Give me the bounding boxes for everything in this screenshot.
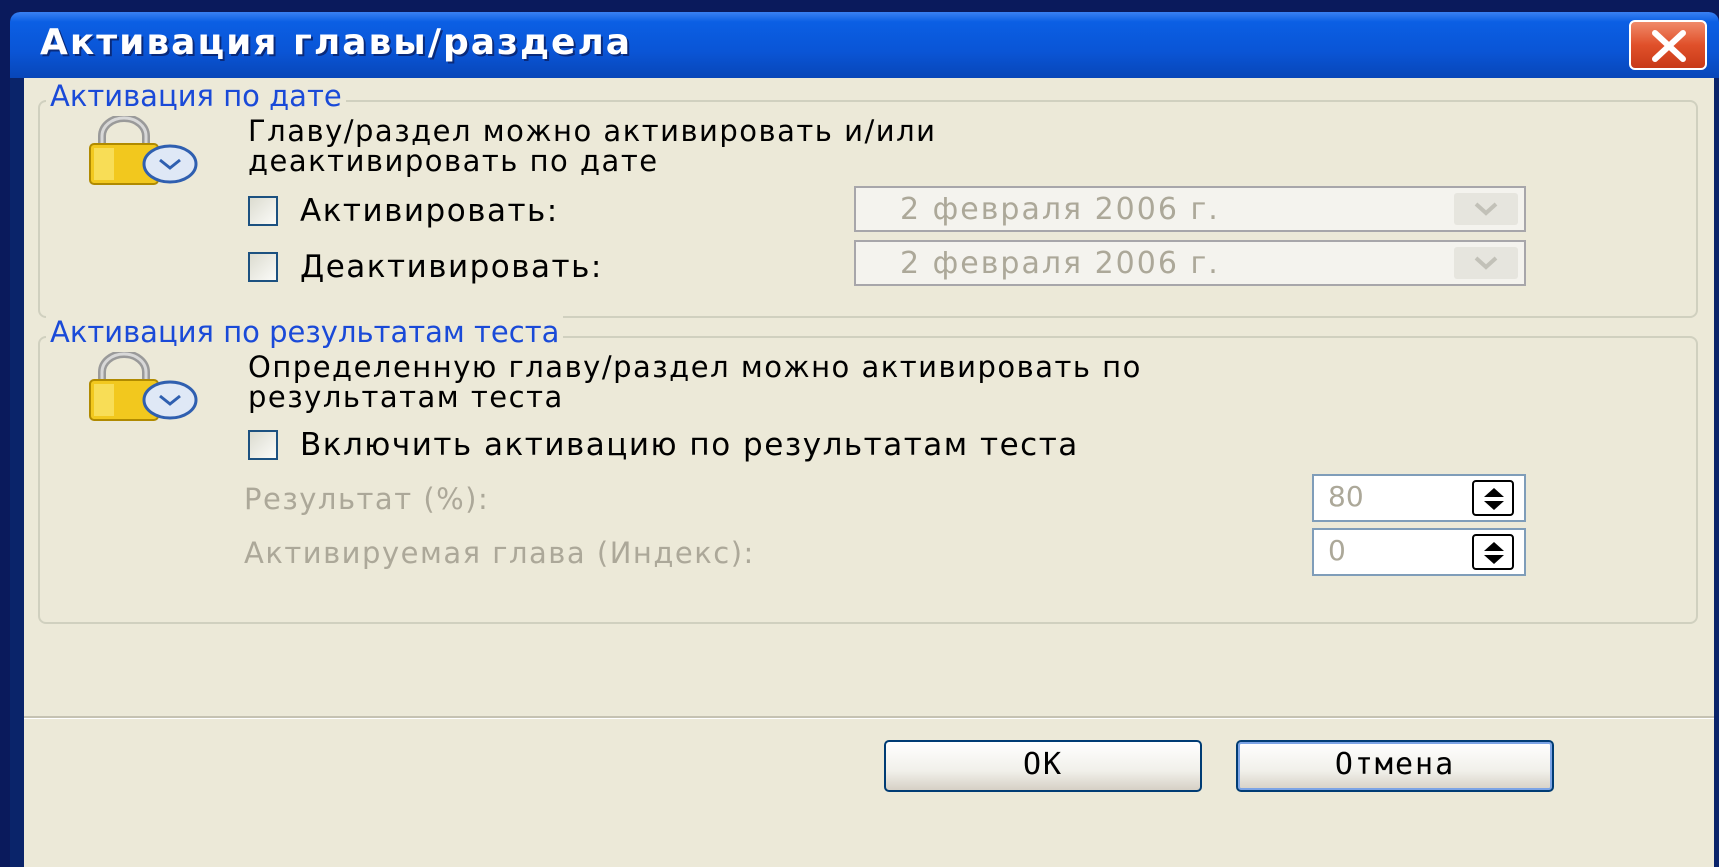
lock-clock-icon xyxy=(89,352,198,421)
footer-separator xyxy=(24,716,1714,719)
chevron-down-icon xyxy=(1474,202,1498,216)
activate-date-dropdown-button[interactable] xyxy=(1454,193,1518,225)
result-spinner-buttons[interactable] xyxy=(1472,480,1514,516)
test-desc-line1: Определенную главу/раздел можно активиро… xyxy=(248,350,1142,384)
deactivate-checkbox[interactable] xyxy=(248,252,278,282)
spinner-arrows-icon xyxy=(1484,488,1504,510)
activate-date-value: 2 февраля 2006 г. xyxy=(900,192,1220,227)
result-percent-value: 80 xyxy=(1328,480,1364,513)
cancel-button[interactable]: Отмена xyxy=(1236,740,1554,792)
date-group-description: Главу/раздел можно активировать и/или де… xyxy=(248,116,936,176)
date-desc-line1: Главу/раздел можно активировать и/или xyxy=(248,114,937,148)
chevron-down-icon xyxy=(1474,256,1498,270)
deactivate-date-picker[interactable]: 2 февраля 2006 г. xyxy=(854,240,1526,286)
date-desc-line2: деактивировать по дате xyxy=(248,144,659,178)
lock-clock-icon xyxy=(89,116,198,185)
chapter-index-label: Активируемая глава (Индекс): xyxy=(244,536,755,570)
title-bar[interactable]: Активация главы/раздела xyxy=(10,12,1719,78)
window-title: Активация главы/раздела xyxy=(40,22,633,63)
enable-test-activation-checkbox[interactable] xyxy=(248,430,278,460)
close-button[interactable] xyxy=(1629,20,1707,70)
deactivate-date-value: 2 февраля 2006 г. xyxy=(900,246,1220,281)
result-percent-spinner[interactable]: 80 xyxy=(1312,474,1526,522)
test-desc-line2: результатам теста xyxy=(248,380,564,414)
dialog-window: Активация главы/раздела Активация по дат… xyxy=(10,12,1719,867)
date-group-legend: Активация по дате xyxy=(46,80,346,112)
deactivate-date-dropdown-button[interactable] xyxy=(1454,247,1518,279)
test-group-legend: Активация по результатам теста xyxy=(46,316,564,348)
test-group-description: Определенную главу/раздел можно активиро… xyxy=(248,352,1142,412)
chapter-spinner-buttons[interactable] xyxy=(1472,534,1514,570)
chapter-index-value: 0 xyxy=(1328,534,1346,567)
ok-button[interactable]: OK xyxy=(884,740,1202,792)
spinner-arrows-icon xyxy=(1484,542,1504,564)
dialog-client-area: Активация по дате Главу/раздел можно акт… xyxy=(24,78,1714,867)
result-percent-label: Результат (%): xyxy=(244,482,490,516)
deactivate-label: Деактивировать: xyxy=(300,249,603,285)
activate-label: Активировать: xyxy=(300,193,559,229)
chapter-index-spinner[interactable]: 0 xyxy=(1312,528,1526,576)
close-icon xyxy=(1652,30,1686,62)
activate-checkbox[interactable] xyxy=(248,196,278,226)
activate-date-picker[interactable]: 2 февраля 2006 г. xyxy=(854,186,1526,232)
enable-test-activation-label: Включить активацию по результатам теста xyxy=(300,427,1079,463)
